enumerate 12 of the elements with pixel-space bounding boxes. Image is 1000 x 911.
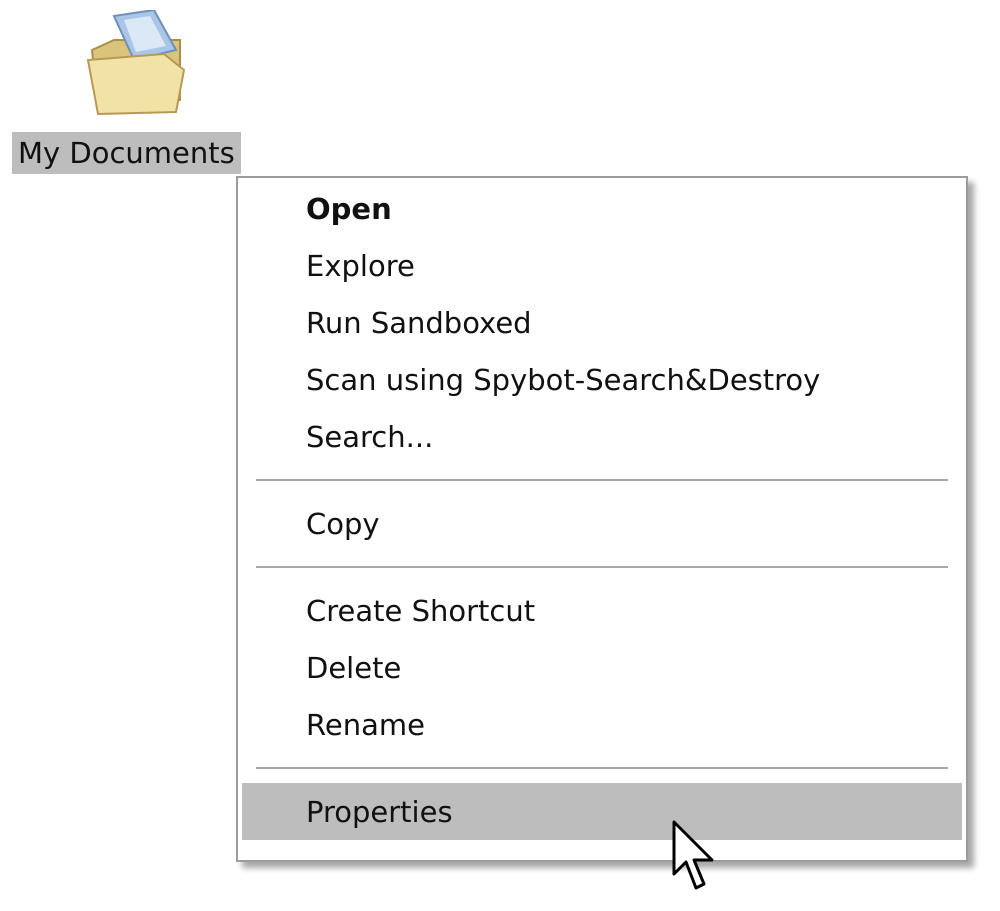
menu-item[interactable]: Explore xyxy=(242,237,962,294)
menu-item[interactable]: Scan using Spybot-Search&Destroy xyxy=(242,351,962,408)
menu-item[interactable]: Delete xyxy=(242,639,962,696)
menu-item[interactable]: Properties xyxy=(242,783,962,840)
menu-item[interactable]: Copy xyxy=(242,495,962,552)
desktop-icon-label[interactable]: My Documents xyxy=(12,132,241,174)
menu-item[interactable]: Search... xyxy=(242,408,962,465)
menu-item[interactable]: Create Shortcut xyxy=(242,582,962,639)
menu-item[interactable]: Run Sandboxed xyxy=(242,294,962,351)
menu-item[interactable]: Open xyxy=(242,180,962,237)
menu-item[interactable]: Rename xyxy=(242,696,962,753)
folder-icon xyxy=(84,10,188,118)
